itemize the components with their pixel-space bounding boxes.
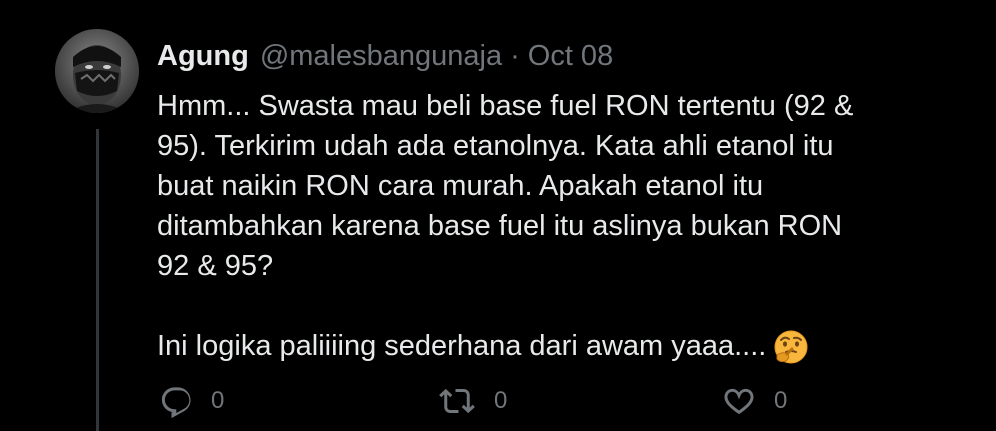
- post-text-line: 92 & 95?: [157, 250, 274, 282]
- author-display-name[interactable]: Agung: [157, 40, 249, 73]
- repost-count: 0: [494, 387, 508, 414]
- post-timestamp[interactable]: Oct 08: [528, 40, 613, 73]
- heart-icon[interactable]: [721, 383, 757, 419]
- post-body: Hmm... Swasta mau beli base fuel RON ter…: [157, 86, 957, 376]
- post-text-line: buat naikin RON cara murah. Apakah etano…: [157, 170, 764, 202]
- post-text-line: Hmm... Swasta mau beli base fuel RON ter…: [157, 90, 854, 122]
- post-text-line: 95). Terkirim udah ada etanolnya. Kata a…: [157, 130, 834, 162]
- author-handle[interactable]: @malesbangunaja: [260, 40, 502, 73]
- header-separator: ·: [510, 39, 520, 72]
- like-button[interactable]: 0: [721, 380, 787, 422]
- masked-person-avatar-icon: [55, 29, 139, 113]
- reply-count: 0: [211, 387, 225, 414]
- thinking-face-emoji-icon: [773, 329, 809, 376]
- post-card[interactable]: Agung @malesbangunaja · Oct 08 Hmm... Sw…: [0, 0, 996, 431]
- reply-icon[interactable]: [158, 383, 194, 419]
- reply-button[interactable]: 0: [158, 380, 224, 422]
- repost-button[interactable]: 0: [437, 380, 507, 422]
- post-text-line: ditambahkan karena base fuel itu aslinya…: [157, 210, 843, 242]
- like-count: 0: [774, 387, 788, 414]
- post-closing-line: Ini logika paliiiing sederhana dari awam…: [157, 326, 957, 376]
- post-actions: 0 0 0: [158, 380, 858, 422]
- repost-icon[interactable]: [437, 383, 477, 419]
- avatar[interactable]: [55, 29, 139, 113]
- post-closing-text: Ini logika paliiiing sederhana dari awam…: [157, 330, 767, 362]
- thread-line: [96, 129, 99, 431]
- post-header: Agung @malesbangunaja · Oct 08: [157, 37, 613, 75]
